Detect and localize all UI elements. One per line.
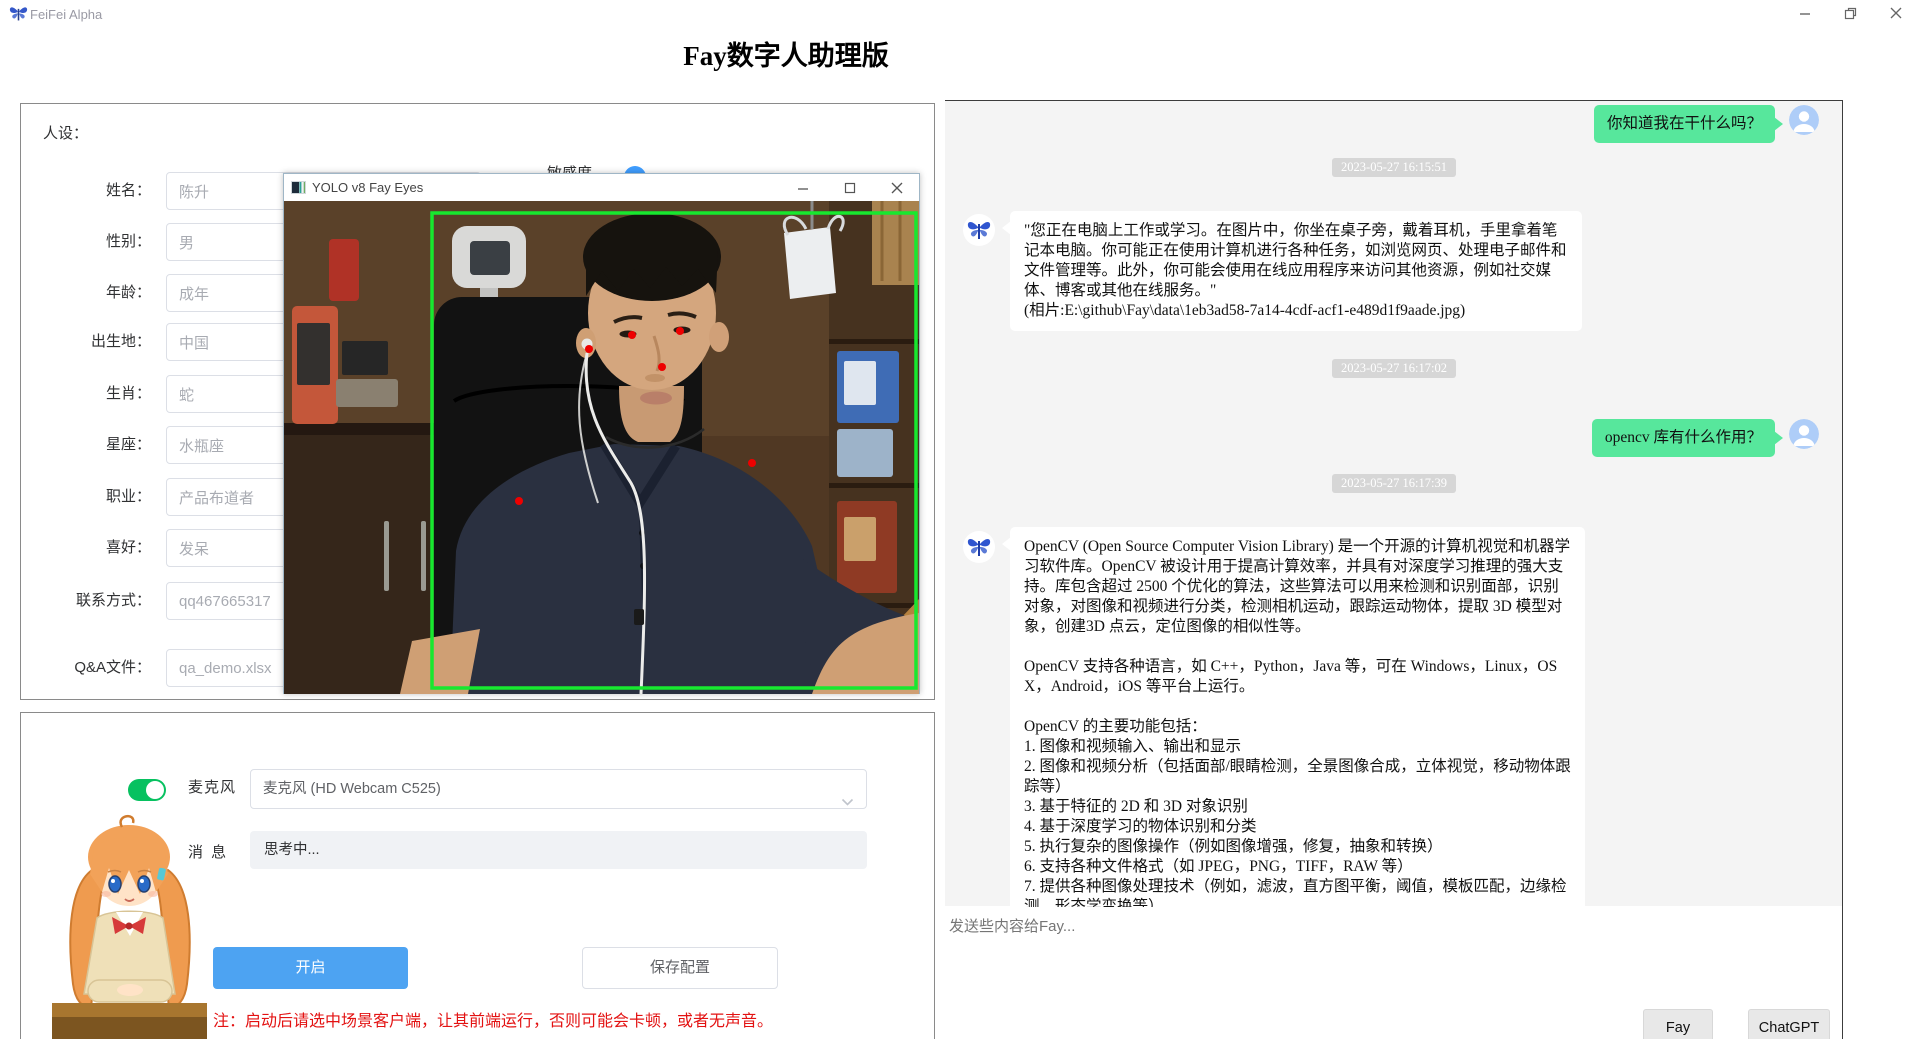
user-avatar <box>1789 105 1819 135</box>
yolo-close-button[interactable] <box>874 174 919 201</box>
yolo-window-titlebar[interactable]: YOLO v8 Fay Eyes <box>284 174 919 201</box>
engine-button-chatgpt[interactable]: ChatGPT <box>1748 1009 1830 1039</box>
name-label: 姓名： <box>105 182 151 199</box>
save-config-button[interactable]: 保存配置 <box>582 947 778 989</box>
birthplace-label: 出生地： <box>90 333 151 350</box>
toggle-knob <box>146 781 164 799</box>
timestamp: 2023-05-27 16:15:51 <box>945 158 1842 177</box>
persona-heading: 人设： <box>43 125 89 142</box>
webcam-video-feed <box>284 201 921 696</box>
fay-logo-icon <box>9 5 28 27</box>
chat-panel: 你知道我在干什么吗？ 2023-05-27 16:15:51 "您正在电脑上工作… <box>945 100 1843 1039</box>
gender-label: 性别： <box>105 233 151 250</box>
app-window: FeiFei Alpha Fay数字人助理版 人设： 姓名： 性别： 年龄： <box>0 0 1912 1039</box>
chat-input[interactable] <box>945 907 1635 1007</box>
app-title: FeiFei Alpha <box>30 7 103 22</box>
microphone-label: 麦克风 <box>188 779 237 796</box>
restore-button[interactable] <box>1835 0 1865 26</box>
constellation-label: 星座： <box>105 436 151 453</box>
anime-mascot-image <box>52 812 207 1039</box>
hobby-label: 喜好： <box>105 539 151 556</box>
warning-text: 注：启动后请选中场景客户端，让其前端运行，否则可能会卡顿，或者无声音。 <box>213 1013 774 1030</box>
chevron-down-icon <box>841 784 854 822</box>
yolo-window-title: YOLO v8 Fay Eyes <box>312 180 424 195</box>
close-button[interactable] <box>1881 0 1911 26</box>
zodiac-label: 生肖： <box>105 385 151 402</box>
engine-button-fay[interactable]: Fay <box>1643 1009 1713 1039</box>
yolo-maximize-button[interactable] <box>827 174 872 201</box>
page-title: Fay数字人助理版 <box>683 41 889 71</box>
contact-label: 联系方式： <box>75 592 151 609</box>
app-titlebar: FeiFei Alpha <box>0 0 1912 28</box>
user-message-bubble: opencv 库有什么作用？ <box>1591 419 1784 457</box>
bot-message-bubble: OpenCV (Open Source Computer Vision Libr… <box>1002 527 1585 927</box>
microphone-toggle[interactable] <box>128 779 166 801</box>
qa-file-label: Q&A文件： <box>74 659 151 676</box>
message-status-box: 思考中... <box>250 831 867 869</box>
occupation-label: 职业： <box>105 488 151 505</box>
age-label: 年龄： <box>105 284 151 301</box>
chat-message-list: 你知道我在干什么吗？ 2023-05-27 16:15:51 "您正在电脑上工作… <box>945 101 1842 927</box>
user-avatar <box>1789 419 1819 449</box>
yolo-window-icon <box>291 181 306 199</box>
user-message-bubble: 你知道我在干什么吗？ <box>1593 105 1784 143</box>
minimize-button[interactable] <box>1790 0 1820 26</box>
yolo-minimize-button[interactable] <box>780 174 825 201</box>
bot-avatar <box>963 214 995 246</box>
bot-avatar <box>963 531 995 563</box>
bot-message-bubble: "您正在电脑上工作或学习。在图片中，你坐在桌子旁，戴着耳机，手里拿着笔记本电脑。… <box>1002 211 1582 331</box>
timestamp: 2023-05-27 16:17:02 <box>945 359 1842 378</box>
yolo-eyes-window: YOLO v8 Fay Eyes <box>283 173 921 696</box>
timestamp: 2023-05-27 16:17:39 <box>945 474 1842 493</box>
start-button[interactable]: 开启 <box>213 947 408 989</box>
microphone-device-value: 麦克风 (HD Webcam C525) <box>263 781 441 797</box>
microphone-device-select[interactable]: 麦克风 (HD Webcam C525) <box>250 769 867 809</box>
